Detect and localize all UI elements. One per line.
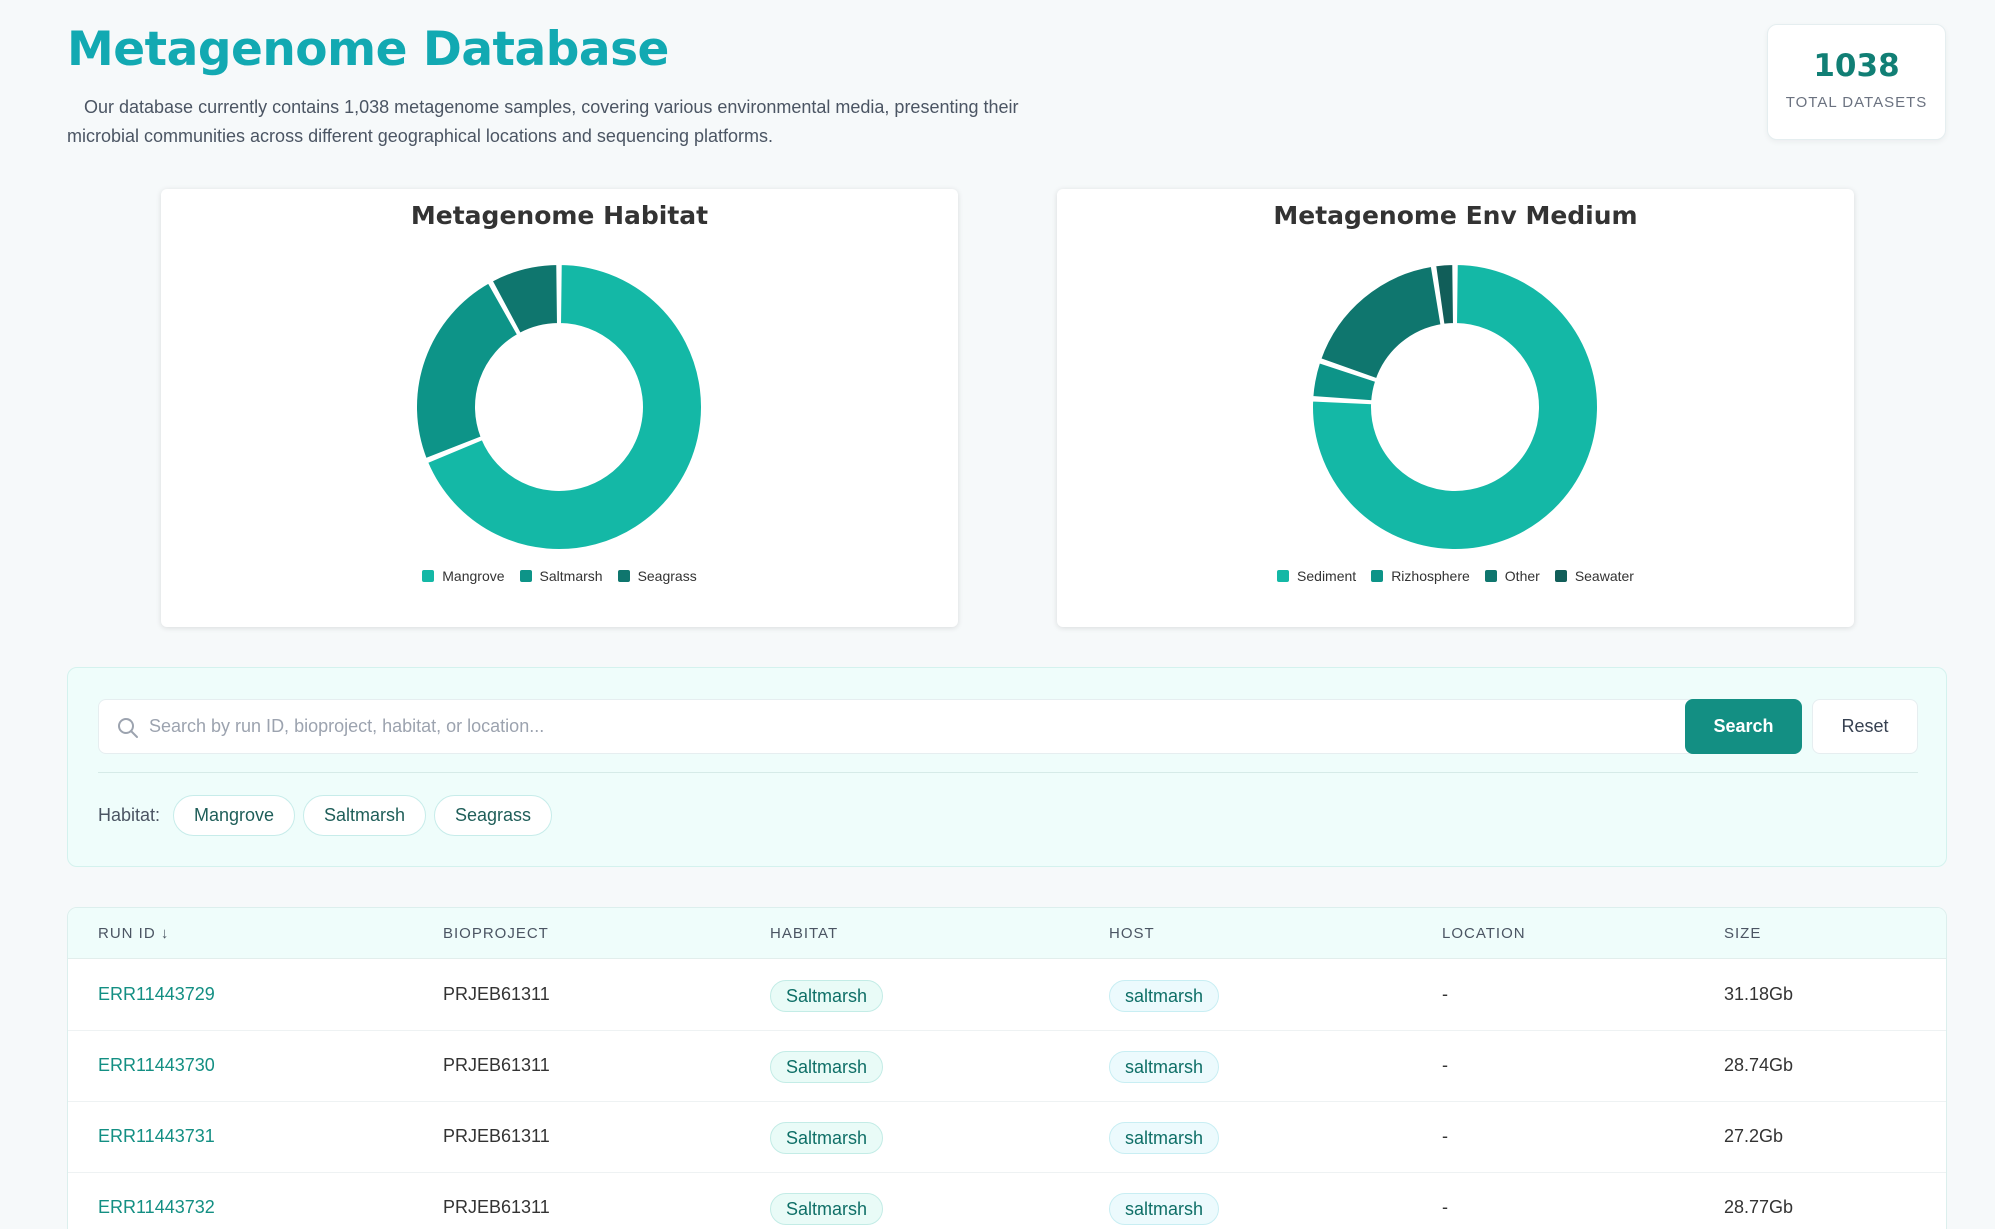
search-button[interactable]: Search [1685,699,1802,754]
location-cell: - [1442,1055,1448,1075]
legend-swatch [519,570,532,582]
table-row[interactable]: ERR11443730 PRJEB61311 Saltmarsh saltmar… [68,1031,1946,1102]
legend-item-rizhosphere[interactable]: Rizhosphere [1371,568,1470,584]
run-id-link[interactable]: ERR11443730 [98,1055,215,1076]
datasets-table: RUN ID ↓ BIOPROJECT HABITAT HOST LOCATIO… [67,907,1947,1229]
table-row[interactable]: ERR11443729 PRJEB61311 Saltmarsh saltmar… [68,960,1946,1031]
habitat-filter-label: Habitat: [98,805,161,825]
chip-mangrove[interactable]: Mangrove [173,795,296,836]
slice-other[interactable] [1319,264,1443,381]
reset-button[interactable]: Reset [1812,699,1918,754]
host-badge: saltmarsh [1109,980,1220,1012]
legend-label: Mangrove [442,568,505,584]
legend-item-mangrove[interactable]: Mangrove [422,568,505,584]
table-row[interactable]: ERR11443732 PRJEB61311 Saltmarsh saltmar… [68,1173,1946,1229]
bioproject-cell: PRJEB61311 [443,1126,550,1146]
table-row[interactable]: ERR11443731 PRJEB61311 Saltmarsh saltmar… [68,1102,1946,1173]
page-header: Metagenome Database [67,22,1947,77]
legend-item-other[interactable]: Other [1484,568,1540,584]
bioproject-cell: PRJEB61311 [443,1197,550,1217]
search-icon [118,718,138,738]
chip-seagrass[interactable]: Seagrass [434,795,553,836]
legend-label: Seagrass [637,568,697,584]
legend-swatch [1484,570,1497,582]
legend-label: Other [1504,568,1540,584]
header-habitat[interactable]: HABITAT [770,925,838,942]
page-title: Metagenome Database [67,22,669,77]
intro-text: Our database currently contains 1,038 me… [67,97,1019,146]
legend-label: Seawater [1574,568,1634,584]
table-header: RUN ID ↓ BIOPROJECT HABITAT HOST LOCATIO… [68,908,1946,959]
run-id-link[interactable]: ERR11443732 [98,1197,215,1218]
run-id-link[interactable]: ERR11443729 [98,984,215,1005]
size-cell: 28.77Gb [1724,1197,1794,1217]
host-badge: saltmarsh [1109,1122,1220,1154]
legend-swatch [1371,570,1384,582]
legend-item-seawater[interactable]: Seawater [1554,568,1634,584]
run-id-link[interactable]: ERR11443731 [98,1126,215,1147]
legend-swatch [1554,570,1567,582]
chip-saltmarsh[interactable]: Saltmarsh [303,795,427,836]
size-cell: 27.2Gb [1724,1126,1784,1146]
legend-swatch [422,570,435,582]
bioproject-cell: PRJEB61311 [443,1055,550,1075]
habitat-badge: Saltmarsh [770,1122,884,1154]
size-cell: 28.74Gb [1724,1055,1794,1075]
header-bioproject[interactable]: BIOPROJECT [443,925,549,942]
location-cell: - [1442,1126,1448,1146]
size-cell: 31.18Gb [1724,984,1794,1004]
slice-saltmarsh[interactable] [415,281,520,460]
host-badge: saltmarsh [1109,1193,1220,1225]
divider [98,772,1918,773]
habitat-badge: Saltmarsh [770,980,884,1012]
chart-legend: Mangrove Saltmarsh Seagrass [161,568,958,584]
habitat-badge: Saltmarsh [770,1051,884,1083]
header-size[interactable]: SIZE [1724,925,1761,942]
bioproject-cell: PRJEB61311 [443,984,550,1004]
search-input[interactable] [149,700,1719,753]
habitat-donut-chart [415,263,703,551]
total-datasets-label: TOTAL DATASETS [1785,94,1928,111]
habitat-chart-card: Metagenome Habitat Mangrove Saltmarsh Seag… [161,189,958,627]
legend-label: Rizhosphere [1391,568,1470,584]
env-medium-donut-chart [1311,263,1599,551]
search-box [98,699,1732,754]
total-datasets-card: 1038 TOTAL DATASETS [1767,24,1946,140]
header-location[interactable]: LOCATION [1442,925,1526,942]
legend-label: Saltmarsh [539,568,603,584]
legend-swatch [617,570,630,582]
header-run-id[interactable]: RUN ID ↓ [98,925,169,942]
habitat-badge: Saltmarsh [770,1193,884,1225]
legend-item-saltmarsh[interactable]: Saltmarsh [519,568,603,584]
chart-legend: Sediment Rizhosphere Other Seawater [1057,568,1854,584]
host-badge: saltmarsh [1109,1051,1220,1083]
total-datasets-value: 1038 [1813,48,1900,84]
env-medium-chart-card: Metagenome Env Medium Sediment Rizhospher… [1057,189,1854,627]
legend-item-sediment[interactable]: Sediment [1277,568,1356,584]
location-cell: - [1442,1197,1448,1217]
legend-label: Sediment [1297,568,1357,584]
legend-item-seagrass[interactable]: Seagrass [617,568,697,584]
search-panel: Search Reset Habitat: Mangrove Saltmarsh… [67,667,1947,867]
location-cell: - [1442,984,1448,1004]
legend-swatch [1277,570,1290,582]
header-host[interactable]: HOST [1109,925,1155,942]
